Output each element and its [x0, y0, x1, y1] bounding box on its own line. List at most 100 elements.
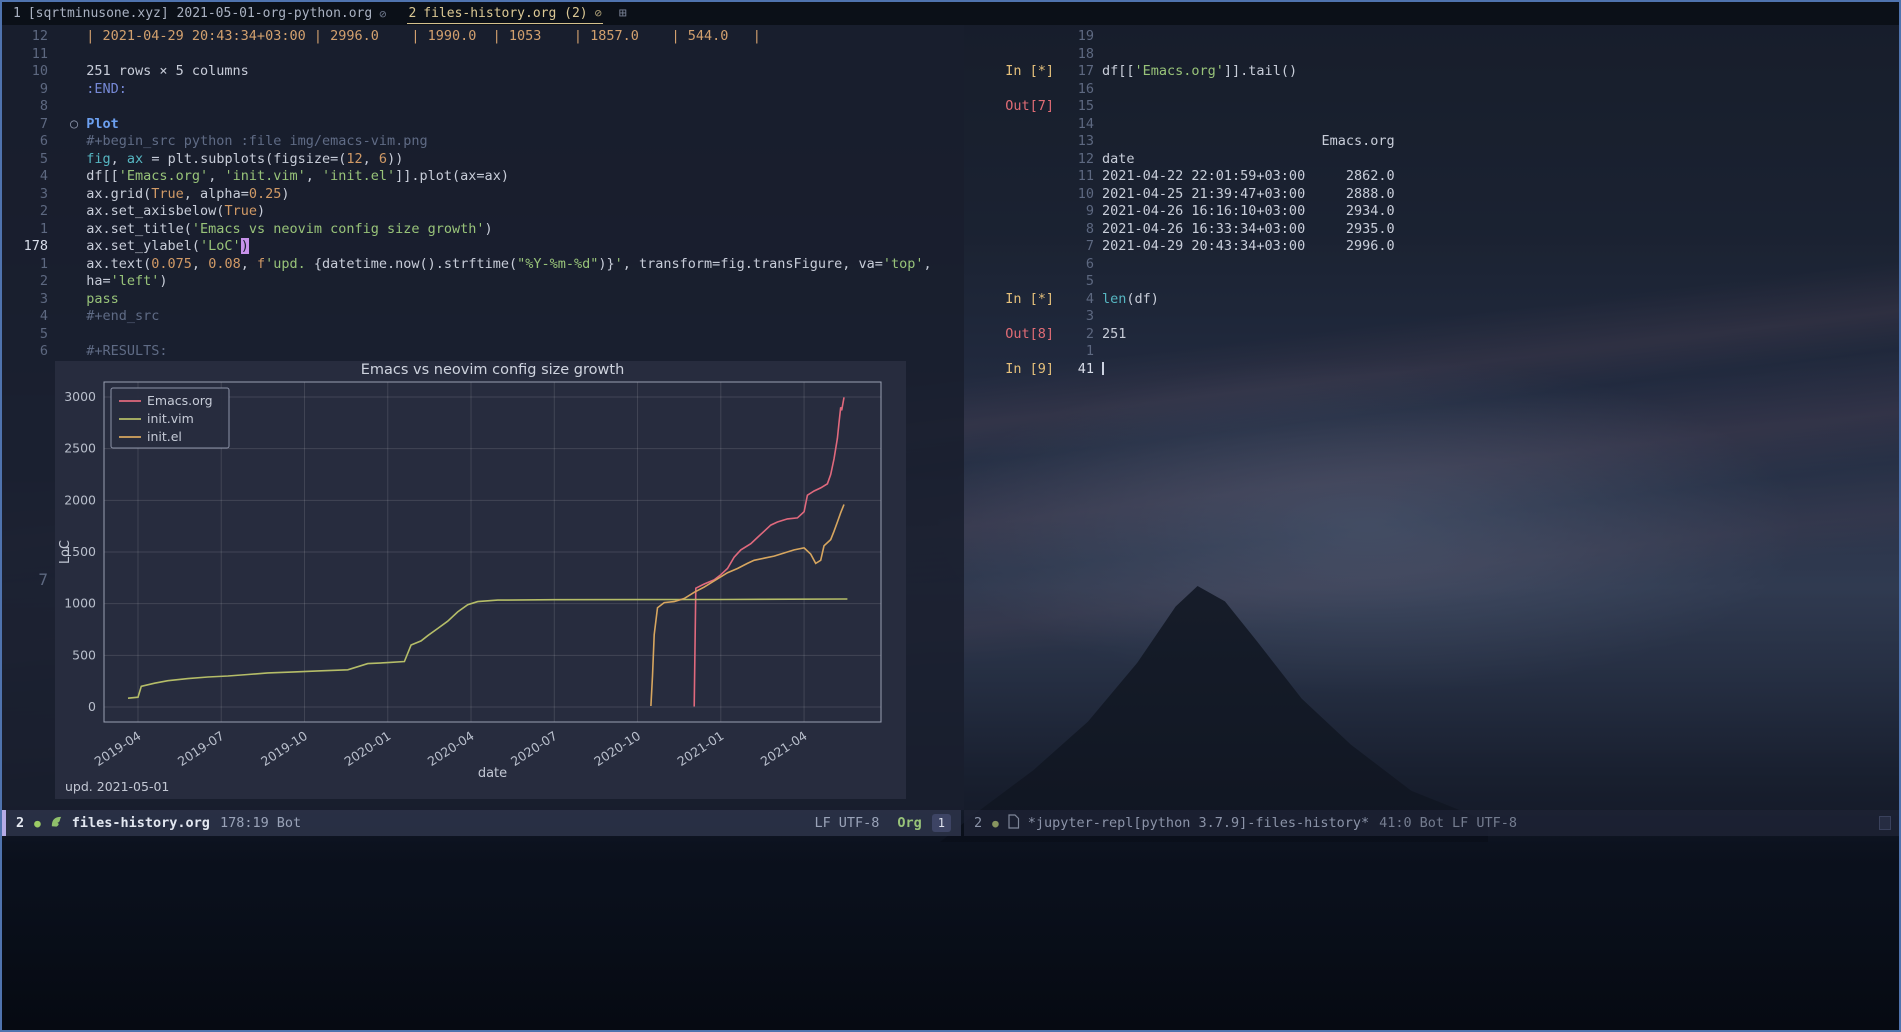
buffer-line[interactable]: 6 #+RESULTS:	[2, 343, 964, 361]
buffer-line[interactable]: 5 fig, ax = plt.subplots(figsize=(12, 6)…	[2, 151, 964, 169]
buffer-line[interactable]: 1 ax.text(0.075, 0.08, f'upd. {datetime.…	[2, 256, 964, 274]
code-segment: ,	[208, 168, 224, 184]
tab-close-icon[interactable]: ⊘	[595, 6, 602, 20]
buffer-line[interactable]: 11	[2, 46, 964, 64]
encoding-indicator[interactable]: UTF-8	[1476, 815, 1517, 831]
repl-line[interactable]: 102021-04-25 21:39:47+03:00 2888.0	[964, 186, 1899, 204]
repl-line[interactable]: 6	[964, 256, 1899, 274]
line-number: 12	[2, 28, 52, 46]
repl-margin	[964, 168, 1064, 186]
repl-line[interactable]: 72021-04-29 20:43:34+03:00 2996.0	[964, 238, 1899, 256]
code-segment: f	[257, 256, 265, 272]
scroll-indicator: Bot	[277, 815, 301, 831]
code-segment: ax.text(	[70, 256, 151, 272]
line-number: 4	[2, 168, 52, 186]
code-segment: #+begin_src python :file img/emacs-vim.p…	[70, 133, 428, 149]
code-segment: ,	[111, 151, 127, 167]
tab-label: [sqrtminusone.xyz] 2021-05-01-org-python…	[28, 6, 372, 21]
repl-line[interactable]: Out[8]2251	[964, 326, 1899, 344]
cursor-position: 41:0	[1379, 815, 1412, 831]
buffer-line[interactable]: 4 df[['Emacs.org', 'init.vim', 'init.el'…	[2, 168, 964, 186]
line-number: 7	[2, 116, 52, 134]
repl-line[interactable]: 19	[964, 28, 1899, 46]
repl-buffer-lines: 1918In [*]17df[['Emacs.org']].tail()16Ou…	[964, 28, 1899, 378]
tab-close-icon[interactable]: ⊘	[379, 7, 386, 21]
buffer-line[interactable]: 9 :END:	[2, 81, 964, 99]
jupyter-repl-window[interactable]: 1918In [*]17df[['Emacs.org']].tail()16Ou…	[964, 25, 1899, 810]
tab-bar: 1 [sqrtminusone.xyz] 2021-05-01-org-pyth…	[2, 2, 1899, 25]
buffer-line[interactable]: 6 #+begin_src python :file img/emacs-vim…	[2, 133, 964, 151]
buffer-line[interactable]: 3 ax.grid(True, alpha=0.25)	[2, 186, 964, 204]
code-segment: 0.08	[208, 256, 241, 272]
buffer-line[interactable]: 7○ Plot	[2, 116, 964, 134]
buffer-line[interactable]: 3 pass	[2, 291, 964, 309]
buffer-line[interactable]: 10 251 rows × 5 columns	[2, 63, 964, 81]
code-segment: | 2021-04-29 20:43:34+03:00 | 2996.0 | 1…	[70, 28, 761, 44]
code-segment: 'top'	[883, 256, 924, 272]
repl-line[interactable]: 1	[964, 343, 1899, 361]
buffer-line[interactable]: 2 ax.set_axisbelow(True)	[2, 203, 964, 221]
repl-margin	[964, 81, 1064, 99]
code-segment: True	[151, 186, 184, 202]
tab-files-history[interactable]: 2 files-history.org (2) ⊘	[397, 2, 612, 25]
svg-text:500: 500	[72, 647, 96, 662]
repl-margin	[964, 343, 1064, 361]
line-number: 9	[1064, 203, 1094, 221]
line-number: 2	[2, 203, 52, 221]
repl-line[interactable]: 5	[964, 273, 1899, 291]
repl-line[interactable]: In [*]4len(df)	[964, 291, 1899, 309]
repl-line[interactable]: 13 Emacs.org	[964, 133, 1899, 151]
repl-prompt: Out[7]	[964, 98, 1064, 116]
code-segment: Plot	[86, 116, 119, 132]
new-tab-button[interactable]: ⊞	[613, 6, 633, 21]
buffer-state-dot: ●	[992, 817, 999, 830]
line-number: 41	[1064, 361, 1094, 379]
code-segment: 2021-04-26 16:33:34+03:00 2935.0	[1102, 221, 1395, 237]
repl-line[interactable]: 16	[964, 81, 1899, 99]
code-segment: ax.grid(	[70, 186, 151, 202]
buffer-name[interactable]: *jupyter-repl[python 3.7.9]-files-histor…	[1028, 815, 1369, 831]
buffer-line[interactable]: 2 ha='left')	[2, 273, 964, 291]
line-content	[52, 46, 70, 64]
echo-area[interactable]	[2, 836, 1899, 1030]
document-icon	[1007, 814, 1020, 833]
code-segment	[70, 151, 86, 167]
repl-line[interactable]: In [*]17df[['Emacs.org']].tail()	[964, 63, 1899, 81]
tab-index: 2	[408, 6, 416, 21]
buffer-name[interactable]: files-history.org	[72, 815, 210, 831]
repl-line[interactable]: 112021-04-22 22:01:59+03:00 2862.0	[964, 168, 1899, 186]
buffer-line[interactable]: 12 | 2021-04-29 20:43:34+03:00 | 2996.0 …	[2, 28, 964, 46]
results-plot-image[interactable]: 0500100015002000250030002019-042019-0720…	[55, 361, 906, 799]
repl-line[interactable]: 92021-04-26 16:16:10+03:00 2934.0	[964, 203, 1899, 221]
repl-line[interactable]: Out[7]15	[964, 98, 1899, 116]
tab-org-python[interactable]: 1 [sqrtminusone.xyz] 2021-05-01-org-pyth…	[2, 2, 397, 25]
repl-line[interactable]: 12date	[964, 151, 1899, 169]
org-buffer-window[interactable]: 12 | 2021-04-29 20:43:34+03:00 | 2996.0 …	[2, 25, 964, 810]
buffer-line[interactable]: 4 #+end_src	[2, 308, 964, 326]
encoding-indicator[interactable]: UTF-8	[839, 815, 880, 831]
repl-line[interactable]: 82021-04-26 16:33:34+03:00 2935.0	[964, 221, 1899, 239]
code-segment: )	[281, 186, 289, 202]
code-segment: 'LoC'	[200, 238, 241, 254]
major-mode[interactable]: Org	[897, 815, 921, 831]
repl-line[interactable]: 3	[964, 308, 1899, 326]
buffer-line[interactable]: 1 ax.set_title('Emacs vs neovim config s…	[2, 221, 964, 239]
code-segment: 0.075	[151, 256, 192, 272]
line-number: 11	[1064, 168, 1094, 186]
line-number: 1	[1064, 343, 1094, 361]
buffer-line[interactable]: 5	[2, 326, 964, 344]
buffer-line[interactable]: 178 ax.set_ylabel('LoC')	[2, 238, 964, 256]
line-content: 251 rows × 5 columns	[52, 63, 249, 81]
line-content: ax.grid(True, alpha=0.25)	[52, 186, 289, 204]
buffer-line[interactable]: 8	[2, 98, 964, 116]
eol-indicator[interactable]: LF	[1452, 815, 1468, 831]
eol-indicator[interactable]: LF	[814, 815, 830, 831]
repl-line[interactable]: 18	[964, 46, 1899, 64]
code-segment: ax	[127, 151, 143, 167]
repl-line[interactable]: 14	[964, 116, 1899, 134]
code-segment: 2021-04-29 20:43:34+03:00 2996.0	[1102, 238, 1395, 254]
line-content	[1094, 273, 1102, 291]
code-segment: 6	[379, 151, 387, 167]
scroll-indicator: Bot	[1420, 815, 1444, 831]
repl-line[interactable]: In [9]41	[964, 361, 1899, 379]
